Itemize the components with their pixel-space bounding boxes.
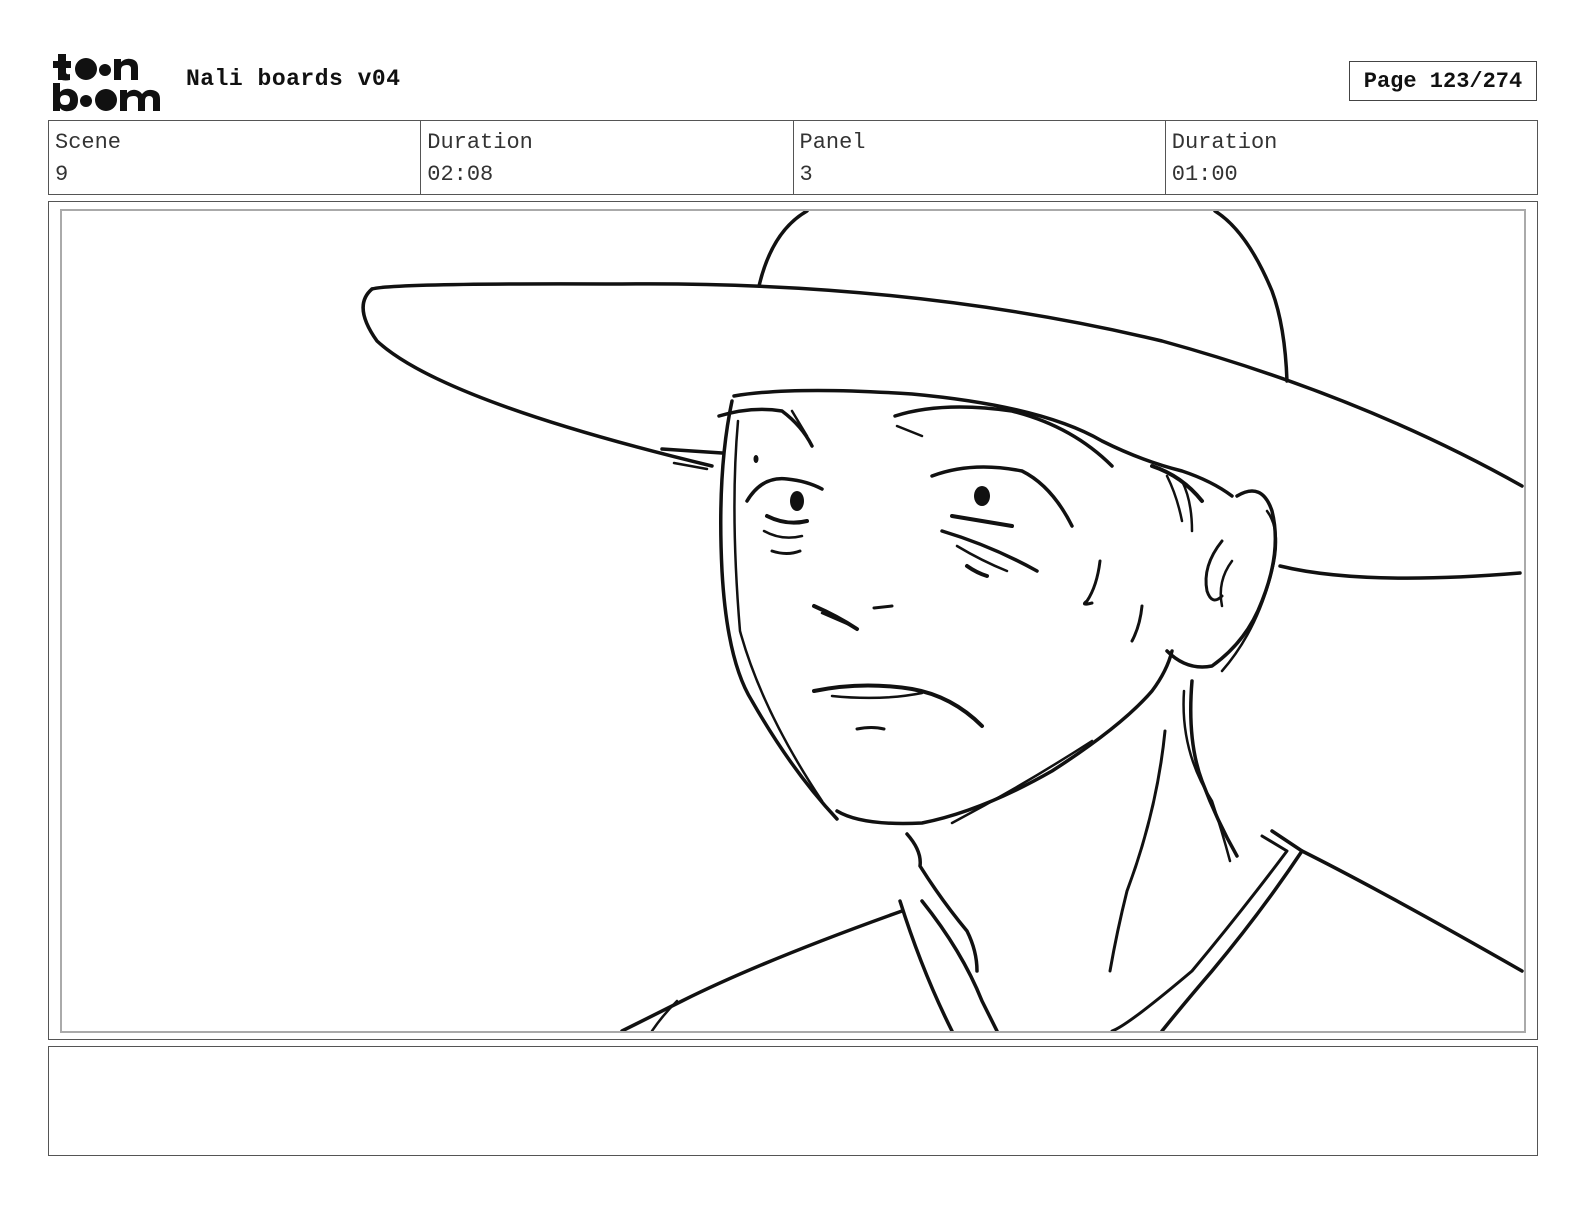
storyboard-panel-frame — [48, 201, 1538, 1040]
panel-duration-cell: Duration 01:00 — [1166, 121, 1537, 194]
scene-info-table: Scene 9 Duration 02:08 Panel 3 Duration … — [48, 120, 1538, 195]
storyboard-panel-image — [60, 209, 1526, 1033]
panel-value: 3 — [799, 162, 813, 187]
character-sketch — [361, 211, 1524, 1031]
panel-cell: Panel 3 — [794, 121, 1166, 194]
panel-label: Panel — [799, 130, 866, 155]
scene-duration-cell: Duration 02:08 — [421, 121, 794, 194]
panel-duration-label: Duration — [1171, 130, 1278, 155]
document-title: Nali boards v04 — [186, 66, 401, 92]
scene-label: Scene — [55, 130, 122, 155]
panel-notes-box — [48, 1046, 1538, 1156]
scene-cell: Scene 9 — [49, 121, 422, 194]
toon-boom-logo — [53, 54, 160, 112]
scene-duration-label: Duration — [427, 130, 533, 155]
scene-value: 9 — [55, 162, 69, 187]
scene-duration-value: 02:08 — [427, 162, 494, 187]
panel-duration-value: 01:00 — [1171, 162, 1238, 187]
page-indicator: Page 123/274 — [1349, 61, 1537, 101]
